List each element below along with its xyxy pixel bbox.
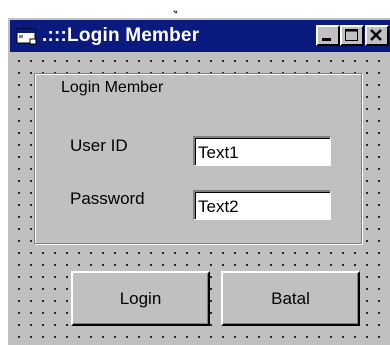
cancel-button[interactable]: Batal bbox=[221, 271, 360, 326]
minimize-button[interactable] bbox=[316, 25, 340, 46]
password-label: Password bbox=[70, 189, 145, 208]
window-app-icon[interactable] bbox=[16, 26, 38, 46]
title-bar[interactable]: .:::Login Member bbox=[10, 20, 390, 52]
userid-label: User ID bbox=[70, 136, 128, 155]
frame-caption: Login Member bbox=[59, 79, 166, 97]
minimize-icon bbox=[322, 38, 331, 41]
userid-input[interactable]: Text1 bbox=[193, 136, 331, 166]
close-button[interactable] bbox=[365, 25, 389, 46]
login-button[interactable]: Login bbox=[71, 271, 210, 326]
maximize-icon bbox=[345, 29, 358, 41]
close-icon bbox=[370, 29, 382, 41]
password-input[interactable]: Text2 bbox=[193, 190, 331, 220]
stray-glyph: ู bbox=[178, 1, 190, 11]
maximize-button[interactable] bbox=[340, 25, 364, 46]
window-title: .:::Login Member bbox=[42, 25, 200, 46]
